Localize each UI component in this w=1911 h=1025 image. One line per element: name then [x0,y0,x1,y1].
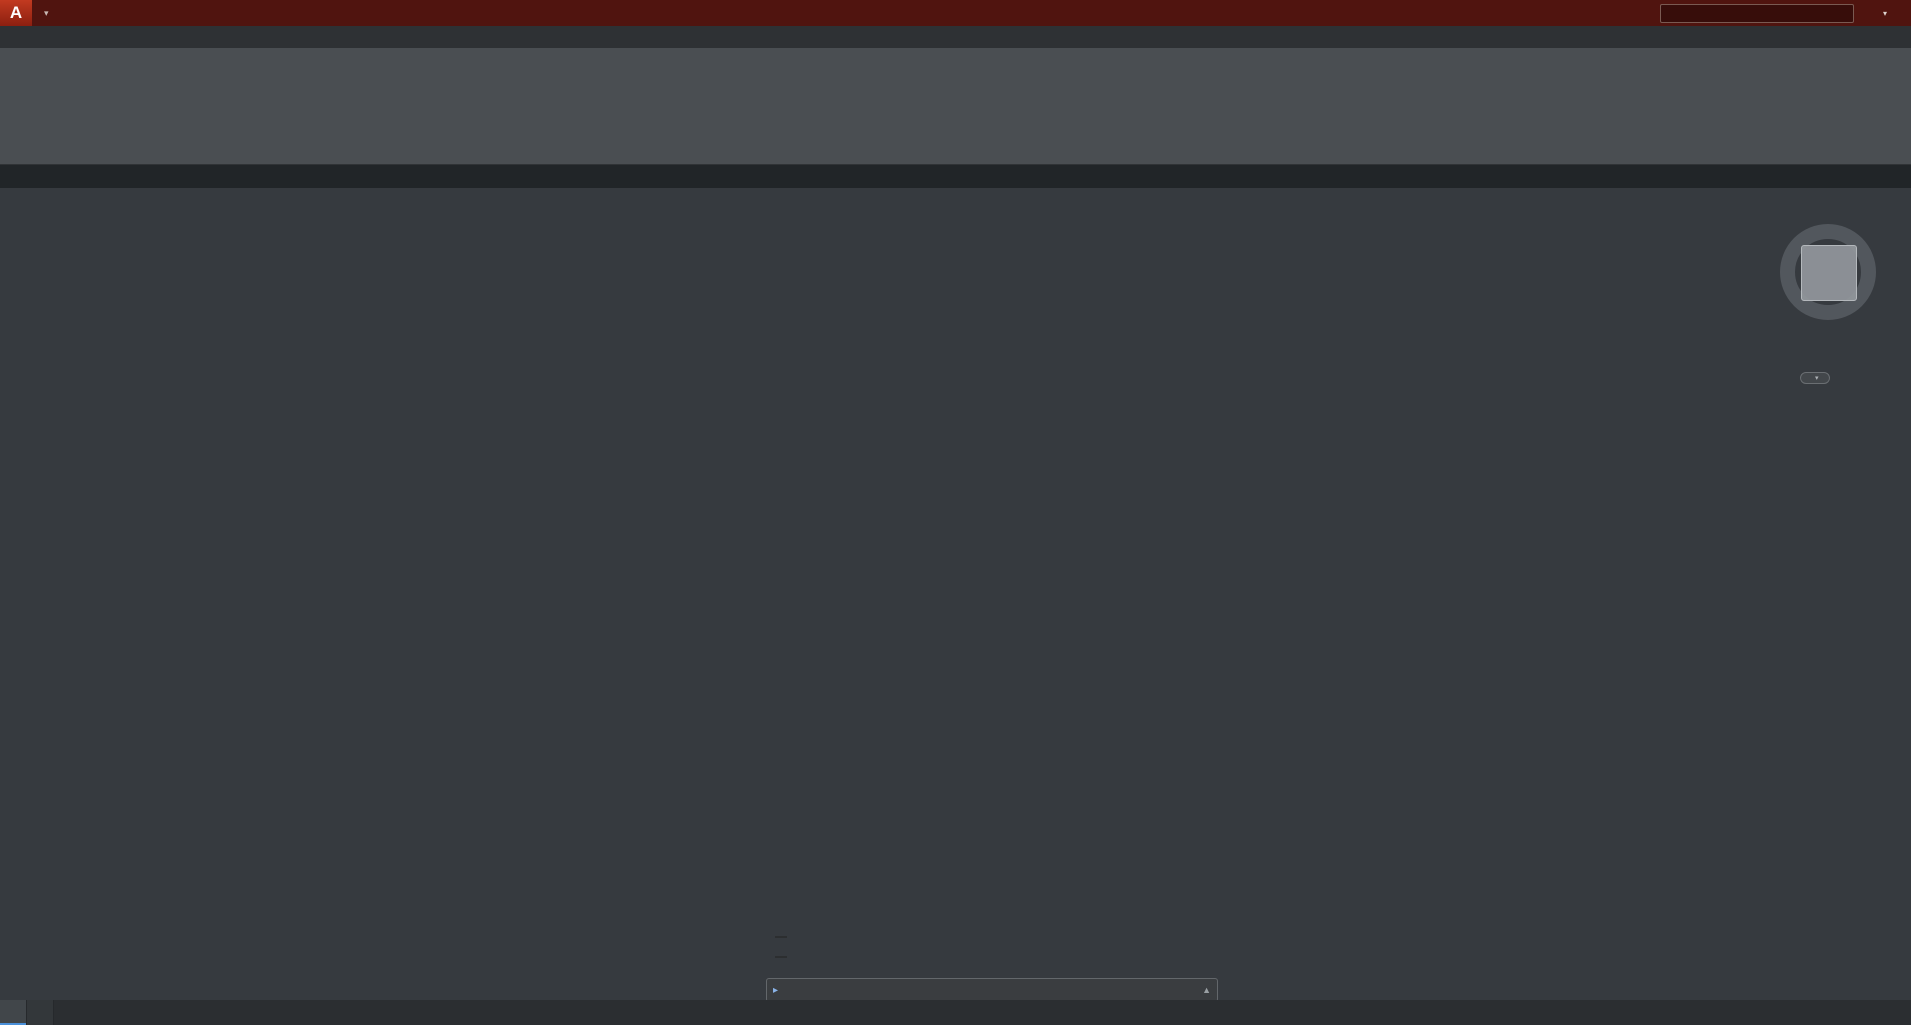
ribbon-tab-bar [0,26,1911,48]
command-history-line [775,956,787,958]
command-caret-icon: ▸ [773,984,779,996]
search-input[interactable] [1659,3,1854,23]
ribbon [0,48,1911,165]
viewcube-top[interactable] [1801,245,1857,301]
autocad-window: A ▾ ▾ ▾ ▸ ▲ [0,0,1911,1025]
file-tab-bar [0,165,1911,189]
statusbar [0,1000,1911,1025]
navigation-compass[interactable] [1758,202,1898,342]
qat-dropdown-icon[interactable]: ▾ [44,8,49,19]
command-input[interactable] [784,981,1197,999]
sign-in-button[interactable]: ▾ [1874,6,1887,20]
titlebar: A ▾ ▾ [0,0,1911,26]
tab-model[interactable] [0,1000,27,1025]
drawing-canvas[interactable]: ▾ ▸ ▲ [0,188,1911,1000]
command-bar[interactable]: ▸ ▲ [766,978,1218,1000]
layout-tabs [0,1000,72,1025]
command-history-line [775,936,787,938]
add-layout-button[interactable] [54,1000,72,1025]
autocad-logo-icon[interactable]: A [0,0,32,26]
wcs-selector[interactable]: ▾ [1800,372,1830,384]
tab-layout1[interactable] [27,1000,54,1025]
titlebar-right: ▾ [1659,3,1911,23]
command-expand-icon[interactable]: ▲ [1202,985,1211,995]
